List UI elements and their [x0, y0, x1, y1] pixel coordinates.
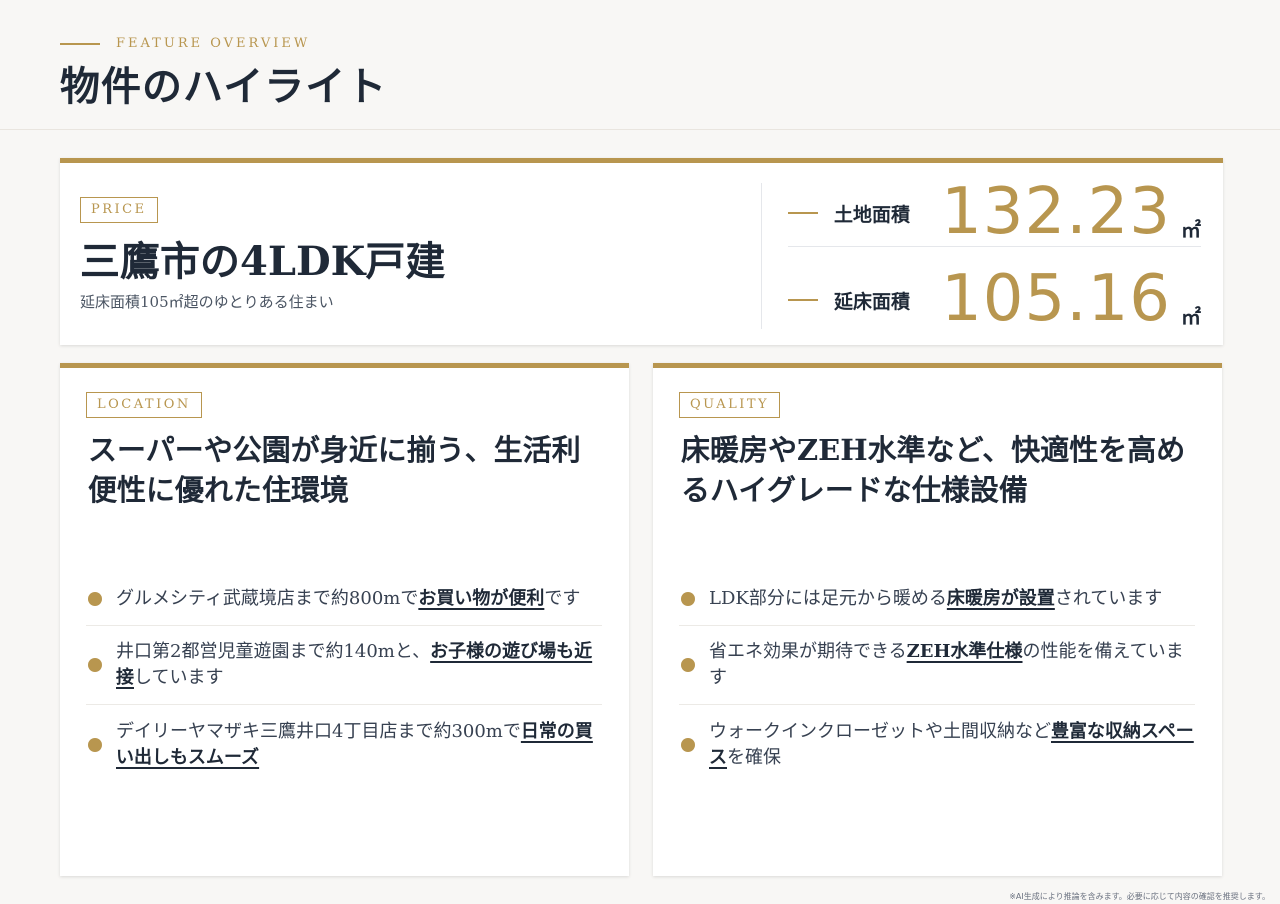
bullet-dot-icon	[681, 737, 695, 752]
quality-title: 床暖房やZEH水準など、快適性を高めるハイグレードな仕様設備	[681, 433, 1186, 507]
page-title: 物件のハイライト	[60, 63, 388, 110]
list-item: デイリーヤマザキ三鷹井口4丁目店まで約300mで日常の買い出しもスムーズ	[86, 705, 602, 784]
metric-value: 132.23	[941, 175, 1171, 249]
page-header: FEATURE OVERVIEW 物件のハイライト	[0, 0, 1280, 130]
price-tag: PRICE	[80, 197, 158, 223]
list-item-text: LDK部分には足元から暖める床暖房が設置されています	[709, 588, 1163, 609]
list-item-text: グルメシティ武蔵境店まで約800mでお買い物が便利です	[116, 588, 581, 609]
list-item: 省エネ効果が期待できるZEH水準仕様の性能を備えています	[679, 626, 1195, 705]
bullet-dot-icon	[88, 737, 102, 752]
list-item: 井口第2都営児童遊園まで約140mと、お子様の遊び場も近接しています	[86, 626, 602, 705]
bullet-dot-icon	[681, 592, 695, 606]
vertical-divider	[761, 183, 762, 329]
footer-note: ※AI生成により推論を含みます。必要に応じて内容の確認を推奨します。	[1009, 892, 1270, 901]
quality-card: QUALITY 床暖房やZEH水準など、快適性を高めるハイグレードな仕様設備 L…	[653, 363, 1222, 876]
price-card: PRICE 三鷹市の4LDK戸建 延床面積105㎡超のゆとりある住まい 土地面積…	[60, 158, 1223, 345]
metric-unit: ㎡	[1181, 305, 1201, 329]
eyebrow-rule	[60, 42, 100, 45]
bullet-dot-icon	[88, 592, 102, 606]
list-item: LDK部分には足元から暖める床暖房が設置されています	[679, 573, 1195, 626]
bullet-dot-icon	[681, 658, 695, 672]
list-item-text: 省エネ効果が期待できるZEH水準仕様の性能を備えています	[709, 641, 1184, 688]
eyebrow: FEATURE OVERVIEW	[60, 36, 310, 51]
location-tag: LOCATION	[86, 392, 202, 418]
list-item-text: ウォークインクローゼットや土間収納など豊富な収納スペースを確保	[709, 720, 1194, 768]
metric-value: 105.16	[941, 262, 1171, 336]
bullet-dot-icon	[88, 658, 102, 672]
metric-label: 土地面積	[834, 204, 911, 226]
metric-dash	[788, 299, 818, 301]
metric-dash	[788, 212, 818, 214]
metric-land-area: 土地面積 132.23 ㎡	[788, 175, 1201, 249]
location-card: LOCATION スーパーや公園が身近に揃う、生活利便性に優れた住環境 グルメシ…	[60, 363, 629, 876]
quality-tag: QUALITY	[679, 392, 781, 418]
quality-list: LDK部分には足元から暖める床暖房が設置されています 省エネ効果が期待できるZE…	[679, 573, 1195, 784]
eyebrow-text: FEATURE OVERVIEW	[116, 36, 311, 51]
location-title: スーパーや公園が身近に揃う、生活利便性に優れた住環境	[88, 433, 581, 507]
metric-floor-area: 延床面積 105.16 ㎡	[788, 262, 1201, 336]
price-title: 三鷹市の4LDK戸建	[80, 238, 446, 285]
list-item-text: 井口第2都営児童遊園まで約140mと、お子様の遊び場も近接しています	[116, 641, 593, 688]
list-item-text: デイリーヤマザキ三鷹井口4丁目店まで約300mで日常の買い出しもスムーズ	[116, 720, 593, 768]
metric-label: 延床面積	[834, 291, 911, 313]
location-list: グルメシティ武蔵境店まで約800mでお買い物が便利です 井口第2都営児童遊園まで…	[86, 573, 602, 784]
price-subtitle: 延床面積105㎡超のゆとりある住まい	[80, 293, 334, 311]
metric-unit: ㎡	[1181, 218, 1201, 242]
list-item: ウォークインクローゼットや土間収納など豊富な収納スペースを確保	[679, 705, 1195, 784]
list-item: グルメシティ武蔵境店まで約800mでお買い物が便利です	[86, 573, 602, 626]
